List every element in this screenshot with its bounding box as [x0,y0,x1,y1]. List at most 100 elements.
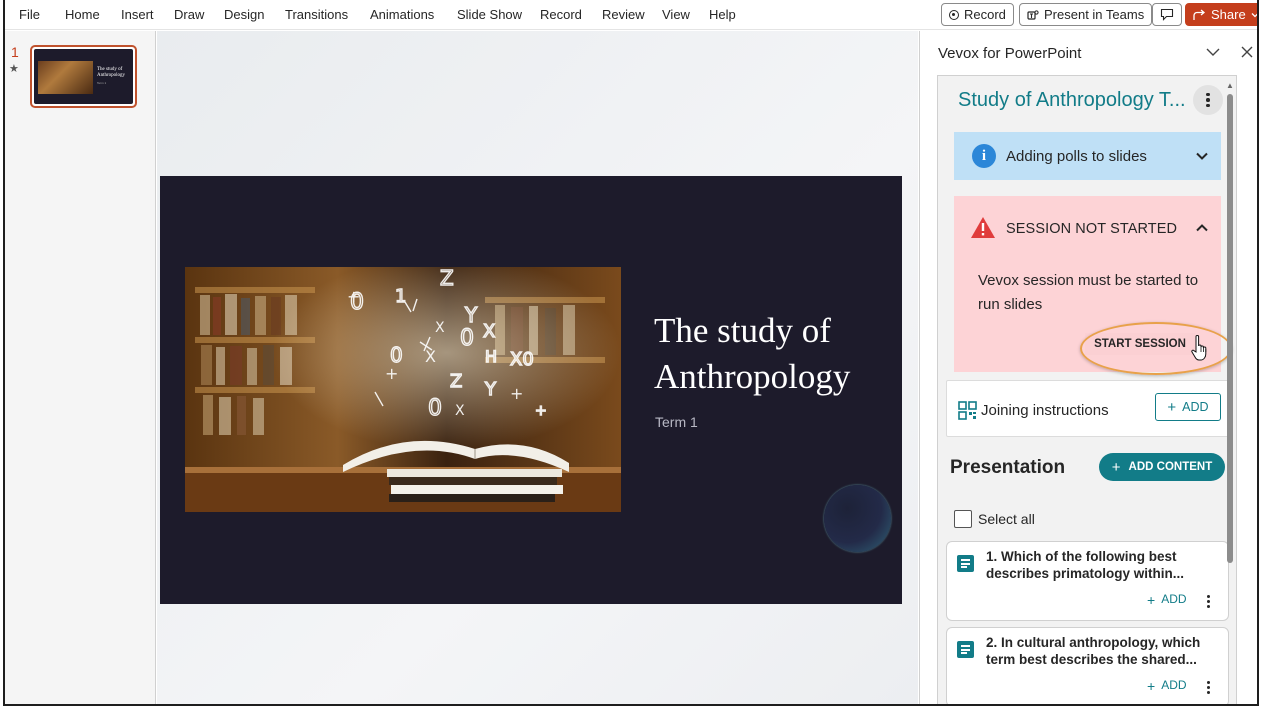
add-content-label: ADD CONTENT [1128,461,1213,473]
plus-icon: + [1167,398,1177,416]
menu-design[interactable]: Design [224,7,264,22]
teams-icon [1027,9,1039,20]
select-all-label[interactable]: Select all [978,511,1035,527]
poll-add-label: ADD [1161,592,1187,606]
presentation-heading: Presentation [950,457,1066,478]
slide-thumbnail-pane: 1 ★ The study of Anthropology Term 1 [5,31,156,704]
plus-icon: + [1147,678,1156,694]
record-label: Record [964,7,1006,22]
svg-text:X: X [435,320,445,336]
info-text: Adding polls to slides [1006,148,1147,165]
chevron-up-icon[interactable] [1195,221,1209,235]
svg-text:+: + [535,403,547,419]
menu-home[interactable]: Home [65,7,100,22]
poll-add-label: ADD [1161,678,1187,692]
poll-card[interactable]: 2. In cultural anthropology, which term … [946,627,1229,704]
present-in-teams-button[interactable]: Present in Teams [1019,3,1153,26]
menu-transitions[interactable]: Transitions [285,7,348,22]
taskpane-scrollbar[interactable]: ▲ [1226,81,1234,704]
star-icon: ★ [9,63,19,75]
share-button[interactable]: Share [1185,3,1257,26]
chevron-down-icon [1251,12,1257,17]
select-all-checkbox[interactable] [954,510,972,528]
menu-review[interactable]: Review [602,7,645,22]
share-label: Share [1211,7,1246,22]
close-icon[interactable] [1238,43,1256,61]
ribbon-menu-bar: File Home Insert Draw Design Transitions… [5,0,1257,30]
poll-question: 1. Which of the following best describes… [986,549,1185,581]
menu-insert[interactable]: Insert [121,7,154,22]
share-icon [1193,9,1206,20]
vevox-taskpane: Vevox for PowerPoint Study of Anthropolo… [919,31,1257,704]
slide-subtitle[interactable]: Term 1 [655,414,698,430]
poll-text-icon [957,555,974,572]
joining-instructions-card: Joining instructions + ADD [946,380,1229,437]
comment-icon [1160,8,1174,21]
menu-slide-show[interactable]: Slide Show [457,7,522,22]
chevron-down-icon[interactable] [1204,43,1222,61]
svg-text:Y: Y [484,379,497,400]
slide-thumbnail[interactable]: The study of Anthropology Term 1 [30,45,137,108]
menu-draw[interactable]: Draw [174,7,204,22]
add-content-button[interactable]: + ADD CONTENT [1099,453,1225,481]
slide-number: 1 [11,44,19,60]
warning-message: Vevox session must be started to run sli… [978,272,1199,313]
svg-text:Z: Z [440,267,454,290]
poll-add-button[interactable]: + ADD [1147,592,1187,608]
poll-card[interactable]: 1. Which of the following best describes… [946,541,1229,621]
present-in-teams-label: Present in Teams [1044,7,1145,22]
add-label: ADD [1182,400,1209,414]
adding-polls-info-box[interactable]: i Adding polls to slides [954,132,1221,180]
plus-icon: + [1147,592,1156,608]
plus-icon: + [1111,458,1121,476]
poll-add-button[interactable]: + ADD [1147,678,1187,694]
menu-help[interactable]: Help [709,7,736,22]
menu-file[interactable]: File [19,7,40,22]
svg-text:X: X [483,321,495,342]
svg-text:X0: X0 [510,349,534,370]
svg-text:H: H [485,347,497,366]
scroll-up-arrow-icon[interactable]: ▲ [1226,81,1234,90]
svg-text:0: 0 [350,290,364,315]
thumbnail-subtitle: Term 1 [97,81,107,85]
poll-question: 2. In cultural anthropology, which term … [986,635,1201,667]
library-photo-image: + 0 1 Z Y X 0 X 0 X X0 H + Z Y + 0 X + [185,267,621,512]
more-options-icon [1206,92,1210,108]
record-button[interactable]: Record [941,3,1014,26]
joining-instructions-label: Joining instructions [981,402,1109,419]
menu-view[interactable]: View [662,7,690,22]
vevox-addin-content: Study of Anthropology T... i Adding poll… [937,75,1237,704]
menu-animations[interactable]: Animations [370,7,434,22]
info-icon: i [972,144,996,168]
powerpoint-window: File Home Insert Draw Design Transitions… [3,0,1259,706]
scrollbar-thumb[interactable] [1227,94,1233,563]
chevron-down-icon [1196,152,1208,160]
slide-editing-canvas: + 0 1 Z Y X 0 X 0 X X0 H + Z Y + 0 X + T… [157,31,918,704]
svg-text:+: + [385,364,398,383]
svg-text:+: + [510,384,523,403]
menu-record[interactable]: Record [540,7,582,22]
svg-text:X: X [455,403,465,419]
slide-title[interactable]: The study of Anthropology [654,308,894,400]
poll-more-options-button[interactable] [1207,681,1210,694]
slide[interactable]: + 0 1 Z Y X 0 X 0 X X0 H + Z Y + 0 X + T… [160,176,902,604]
svg-text:1: 1 [395,286,406,307]
comments-button[interactable] [1152,3,1182,26]
poll-more-options-button[interactable] [1207,595,1210,608]
more-options-icon [1207,681,1210,694]
decorative-orb-icon [824,485,891,552]
qr-code-icon [958,401,977,420]
svg-text:0: 0 [460,326,474,351]
presentation-name[interactable]: Study of Anthropology T... [958,89,1186,112]
thumbnail-title: The study of Anthropology [97,67,126,78]
svg-text:Y: Y [464,303,478,327]
presentation-menu-button[interactable] [1193,85,1223,115]
record-icon [949,9,959,20]
add-joining-instructions-button[interactable]: + ADD [1155,393,1221,421]
session-warning-box: SESSION NOT STARTED Vevox session must b… [954,196,1232,375]
start-session-button[interactable]: START SESSION [1085,333,1195,355]
svg-text:0: 0 [428,396,442,421]
slide-photo-library-books[interactable]: + 0 1 Z Y X 0 X 0 X X0 H + Z Y + 0 X + [185,267,621,512]
thumbnail-preview: The study of Anthropology Term 1 [34,49,133,104]
warning-title: SESSION NOT STARTED [1006,221,1178,237]
